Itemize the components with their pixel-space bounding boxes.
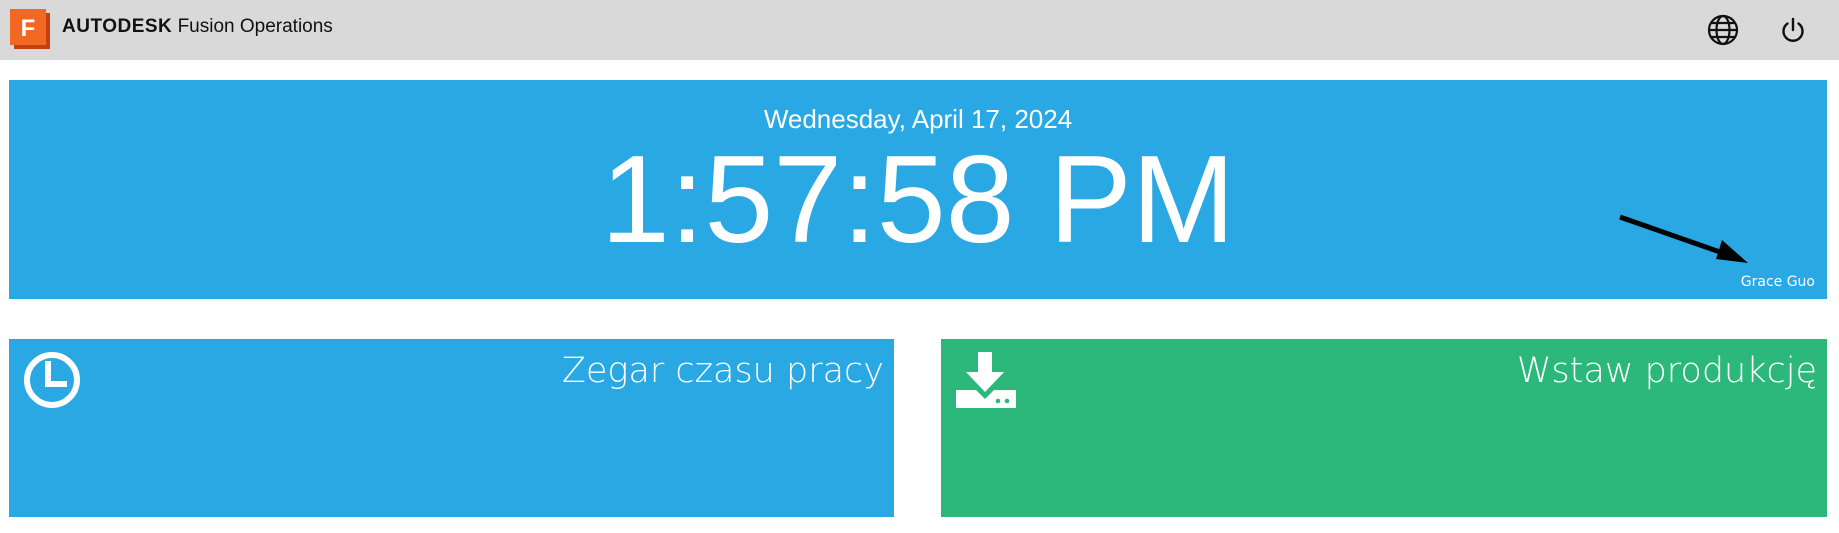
globe-icon[interactable] [1705,12,1741,48]
insert-production-tile[interactable]: Wstaw produkcję [941,339,1827,517]
clock-banner: Wednesday, April 17, 2024 1:57:58 PM Gra… [9,80,1827,299]
brand-product: Fusion Operations [177,16,333,37]
logo-letter: F [21,15,36,42]
annotation-arrow-icon [1619,214,1748,263]
insert-production-label: Wstaw produkcję [1516,351,1817,391]
brand-title: AUTODESK Fusion Operations [62,16,333,38]
user-name: Grace Guo [1740,274,1815,290]
brand-company: AUTODESK [62,16,173,37]
time-clock-label: Zegar czasu pracy [561,351,884,391]
top-bar: F AUTODESK Fusion Operations [0,0,1839,60]
time-clock-tile[interactable]: Zegar czasu pracy [9,339,894,517]
fusion-logo-icon: F [10,9,52,51]
power-icon[interactable] [1775,12,1811,48]
current-time: 1:57:58 PM [600,131,1236,269]
download-icon [954,350,1018,415]
clock-icon [22,350,82,415]
